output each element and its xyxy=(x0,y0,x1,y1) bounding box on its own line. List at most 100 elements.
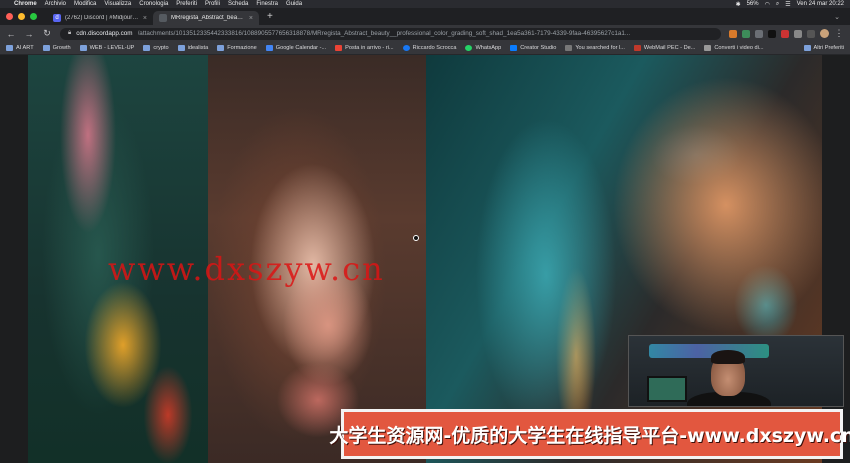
profile-avatar[interactable] xyxy=(820,29,829,38)
site-icon xyxy=(565,45,573,51)
bookmark-google-calendar[interactable]: Google Calendar -... xyxy=(265,45,326,51)
calendar-icon xyxy=(265,45,273,51)
bookmark-label: Growth xyxy=(52,45,71,51)
menu-item-modifica[interactable]: Modifica xyxy=(74,1,96,7)
menu-item-guida[interactable]: Guida xyxy=(286,1,302,7)
extension-icon[interactable] xyxy=(742,29,750,38)
bluetooth-icon[interactable]: ✱ xyxy=(736,1,741,8)
bookmark-label: Posta in arrivo - ri... xyxy=(345,45,394,51)
macos-menu-bar: Chrome Archivio Modifica Visualizza Cron… xyxy=(0,0,850,8)
meta-icon xyxy=(510,45,518,51)
menu-item-archivio[interactable]: Archivio xyxy=(45,1,66,7)
bookmark-formazione[interactable]: Formazione xyxy=(217,45,257,51)
extensions-area: ⋮ xyxy=(729,28,844,39)
wifi-icon[interactable]: ◠ xyxy=(765,1,770,8)
bookmark-label: idealista xyxy=(187,45,209,51)
puzzle-icon[interactable] xyxy=(794,29,802,38)
site-icon xyxy=(704,45,712,51)
mail-icon xyxy=(335,45,343,51)
new-tab-button[interactable]: + xyxy=(259,11,281,22)
bookmarks-bar: AI ART Growth WEB - LEVEL-UP crypto idea… xyxy=(0,42,850,55)
bookmark-you-searched[interactable]: You searched for l... xyxy=(565,45,625,51)
extension-icon[interactable] xyxy=(729,29,737,38)
site-icon xyxy=(633,45,641,51)
background-light xyxy=(649,344,769,358)
promo-banner: 大学生资源网-优质的大学生在线指导平台-www.dxszyw.cn xyxy=(329,409,850,459)
bookmark-other-favorites[interactable]: Altri Preferiti xyxy=(803,45,844,51)
browser-tab-strip: d (2762) Discord | #Midjourney × MRregis… xyxy=(0,8,850,25)
presenter-hair xyxy=(711,350,745,364)
bookmark-riccardo-scrocca[interactable]: Riccardo Scrocca xyxy=(402,45,457,51)
close-tab-icon[interactable]: × xyxy=(249,15,253,22)
tab-label: MRregista_Abstract_beauty_pr... xyxy=(171,15,245,21)
promo-banner-text: 大学生资源网-优质的大学生在线指导平台-www.dxszyw.cn xyxy=(329,424,850,447)
bookmark-label: crypto xyxy=(153,45,169,51)
bookmark-label: Formazione xyxy=(227,45,257,51)
battery-percent[interactable]: 56% xyxy=(747,1,759,7)
menu-item-finestra[interactable]: Finestra xyxy=(256,1,278,7)
bookmark-label: WebMail PEC - De... xyxy=(643,45,696,51)
extension-icon[interactable] xyxy=(781,29,789,38)
menu-item-scheda[interactable]: Scheda xyxy=(228,1,248,7)
bookmark-converti-video[interactable]: Converti i video di... xyxy=(704,45,764,51)
address-bar[interactable]: 🔒︎ cdn.discordapp.com/attachments/101351… xyxy=(60,27,721,40)
folder-icon xyxy=(177,45,185,51)
menu-item-visualizza[interactable]: Visualizza xyxy=(104,1,131,7)
control-center-icon[interactable]: ☰ xyxy=(785,1,790,8)
extension-icon[interactable] xyxy=(768,29,776,38)
forward-icon[interactable]: → xyxy=(24,29,34,39)
lock-icon[interactable]: 🔒︎ xyxy=(68,30,71,37)
bookmark-growth[interactable]: Growth xyxy=(42,45,71,51)
menu-kebab-icon[interactable]: ⋮ xyxy=(834,28,844,39)
search-icon[interactable]: ⌕ xyxy=(776,1,779,8)
menubar-datetime[interactable]: Ven 24 mar 20:22 xyxy=(797,1,844,7)
folder-icon xyxy=(143,45,151,51)
close-window-button[interactable] xyxy=(6,13,13,20)
tab-label: (2762) Discord | #Midjourney xyxy=(65,15,139,21)
bookmark-label: You searched for l... xyxy=(575,45,625,51)
extension-icon[interactable] xyxy=(755,29,763,38)
bookmark-label: Creator Studio xyxy=(520,45,557,51)
tab-image[interactable]: MRregista_Abstract_beauty_pr... × xyxy=(153,11,259,25)
background-monitor xyxy=(647,376,687,402)
bookmark-label: WhatsApp xyxy=(475,45,502,51)
bookmark-creator-studio[interactable]: Creator Studio xyxy=(510,45,556,51)
tab-search-icon[interactable]: ⌄ xyxy=(834,13,840,21)
bookmark-label: Converti i video di... xyxy=(714,45,764,51)
mouse-cursor xyxy=(413,235,419,241)
bookmark-label: WEB - LEVEL-UP xyxy=(89,45,135,51)
maximize-window-button[interactable] xyxy=(30,13,37,20)
bookmark-web-level-up[interactable]: WEB - LEVEL-UP xyxy=(79,45,135,51)
bookmark-idealista[interactable]: idealista xyxy=(177,45,209,51)
menu-item-profili[interactable]: Profili xyxy=(205,1,220,7)
bookmark-crypto[interactable]: crypto xyxy=(143,45,169,51)
url-domain: cdn.discordapp.com xyxy=(76,30,133,37)
folder-icon xyxy=(6,45,13,51)
watermark-text: www.dxszyw.cn xyxy=(108,250,385,288)
folder-icon xyxy=(217,45,225,51)
menu-app-name[interactable]: Chrome xyxy=(14,1,37,7)
close-tab-icon[interactable]: × xyxy=(143,15,147,22)
discord-icon: d xyxy=(53,14,61,22)
whatsapp-icon xyxy=(465,45,473,51)
bookmark-label: AI ART xyxy=(16,45,34,51)
bookmark-webmail-pec[interactable]: WebMail PEC - De... xyxy=(633,45,696,51)
folder-icon xyxy=(803,45,811,51)
menu-item-cronologia[interactable]: Cronologia xyxy=(139,1,168,7)
menu-item-preferiti[interactable]: Preferiti xyxy=(176,1,197,7)
bookmark-label: Riccardo Scrocca xyxy=(412,45,457,51)
bookmark-posta[interactable]: Posta in arrivo - ri... xyxy=(335,45,394,51)
image-file-icon xyxy=(159,14,167,22)
menubar-status-area: ✱ 56% ◠ ⌕ ☰ Ven 24 mar 20:22 xyxy=(736,1,844,8)
facebook-icon xyxy=(402,45,410,51)
webcam-overlay xyxy=(628,335,844,407)
back-icon[interactable]: ← xyxy=(6,29,16,39)
browser-toolbar: ← → ↻ 🔒︎ cdn.discordapp.com/attachments/… xyxy=(0,25,850,42)
sidebar-icon[interactable] xyxy=(807,29,815,38)
bookmark-label: Altri Preferiti xyxy=(813,45,844,51)
bookmark-ai-art[interactable]: AI ART xyxy=(6,45,34,51)
tab-discord[interactable]: d (2762) Discord | #Midjourney × xyxy=(47,11,153,25)
reload-icon[interactable]: ↻ xyxy=(42,28,52,39)
minimize-window-button[interactable] xyxy=(18,13,25,20)
bookmark-whatsapp[interactable]: WhatsApp xyxy=(465,45,501,51)
